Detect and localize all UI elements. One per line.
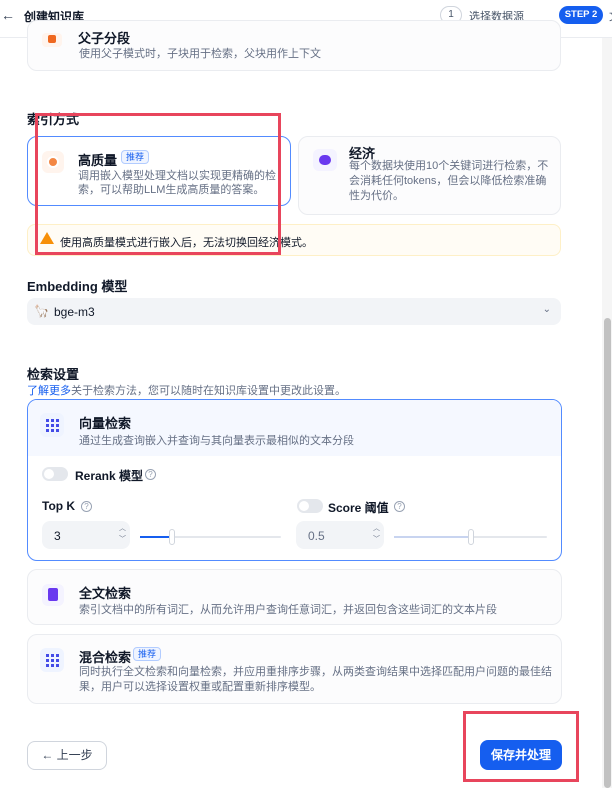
previous-step-label: 上一步 <box>56 748 93 762</box>
rerank-toggle[interactable] <box>42 467 68 481</box>
rerank-label: Rerank 模型 <box>75 469 144 483</box>
topk-slider-thumb[interactable] <box>169 529 176 545</box>
score-threshold-toggle[interactable] <box>297 499 323 513</box>
rerank-help-icon[interactable]: ? <box>145 469 156 480</box>
score-slider-thumb[interactable] <box>467 529 474 545</box>
topk-help-icon[interactable]: ? <box>81 501 92 512</box>
piggy-bank-icon <box>313 149 337 171</box>
hybrid-recommended-badge: 推荐 <box>133 647 162 661</box>
embedding-model-select[interactable]: 🦙 bge-m3 ⌄ <box>27 298 561 325</box>
score-value: 0.5 <box>308 529 325 543</box>
save-and-process-button[interactable]: 保存并处理 <box>480 740 562 770</box>
score-input[interactable]: 0.5 ︿ ﹀ <box>296 521 384 549</box>
retrieval-help-line: 了解更多关于检索方法，您可以随时在知识库设置中更改此设置。 <box>27 382 346 398</box>
high-quality-option[interactable]: 高质量 推荐 调用嵌入模型处理文档以实现更精确的检索，可以帮助LLM生成高质量的… <box>27 136 291 206</box>
score-stepper-icon[interactable]: ︿ ﹀ <box>373 523 380 545</box>
topk-input[interactable]: 3 ︿ ﹀ <box>42 521 130 549</box>
arrow-left-icon: ← <box>41 748 57 762</box>
vector-search-desc: 通过生成查询嵌入并查询与其向量表示最相似的文本分段 <box>79 435 354 447</box>
scrollbar-thumb[interactable] <box>604 318 611 788</box>
score-threshold-label: Score 阈值 <box>328 501 389 515</box>
vector-search-title: 向量检索 <box>79 416 132 431</box>
ollama-llama-icon: 🦙 <box>34 304 49 318</box>
high-quality-desc: 调用嵌入模型处理文档以实现更精确的检索，可以帮助LLM生成高质量的答案。 <box>78 170 276 196</box>
parent-child-chunk-card[interactable]: 父子分段 使用父子模式时，子块用于检索，父块用作上下文 <box>27 20 561 71</box>
document-search-icon <box>42 584 64 606</box>
fulltext-search-option[interactable]: 全文检索 索引文档中的所有词汇，从而允许用户查询任意词汇，并返回包含这些词汇的文… <box>27 569 562 625</box>
hybrid-search-title: 混合检索 <box>79 650 132 665</box>
warning-text: 使用高质量模式进行嵌入后，无法切换回经济模式。 <box>60 237 313 249</box>
retrieval-help-text: 关于检索方法，您可以随时在知识库设置中更改此设置。 <box>71 385 346 397</box>
parent-child-icon <box>42 33 62 47</box>
recommended-badge: 推荐 <box>121 150 150 164</box>
warning-banner: 使用高质量模式进行嵌入后，无法切换回经济模式。 <box>27 224 561 256</box>
topk-value: 3 <box>54 529 61 543</box>
hybrid-grid-icon <box>40 648 64 672</box>
high-quality-icon <box>42 151 64 173</box>
topk-label: Top K <box>42 499 76 513</box>
embedding-model-value: bge-m3 <box>54 305 95 319</box>
learn-more-link[interactable]: 了解更多 <box>27 385 71 397</box>
score-slider-fill <box>394 536 471 538</box>
parent-child-desc: 使用父子模式时，子块用于检索，父块用作上下文 <box>79 48 321 60</box>
step2-badge: STEP 2 <box>559 6 603 24</box>
fulltext-search-title: 全文检索 <box>79 586 132 601</box>
back-arrow-icon[interactable]: ← <box>1 7 15 23</box>
chevron-down-icon: ⌄ <box>542 304 551 315</box>
topk-slider-fill <box>140 536 173 538</box>
score-slider[interactable] <box>394 529 547 545</box>
economy-option[interactable]: 经济 每个数据块使用10个关键词进行检索，不会消耗任何tokens，但会以降低检… <box>298 136 561 215</box>
hybrid-search-option[interactable]: 混合检索 推荐 同时执行全文检索和向量检索，并应用重排序步骤，从两类查询结果中选… <box>27 634 562 704</box>
topk-slider[interactable] <box>140 529 281 545</box>
topk-stepper-icon[interactable]: ︿ ﹀ <box>119 523 126 545</box>
fulltext-search-desc: 索引文档中的所有词汇，从而允许用户查询任意词汇，并返回包含这些词汇的文本片段 <box>79 604 497 616</box>
vector-grid-icon <box>40 413 64 437</box>
economy-desc: 每个数据块使用10个关键词进行检索，不会消耗任何tokens，但会以降低检索准确… <box>349 160 549 202</box>
hybrid-search-desc: 同时执行全文检索和向量检索，并应用重排序步骤，从两类查询结果中选择匹配用户问题的… <box>79 666 552 693</box>
previous-step-button[interactable]: ← 上一步 <box>27 741 107 770</box>
retrieval-settings-label: 检索设置 <box>27 367 80 382</box>
high-quality-title: 高质量 <box>78 153 118 168</box>
warning-triangle-icon <box>40 232 54 244</box>
embedding-model-label: Embedding 模型 <box>27 279 128 294</box>
score-help-icon[interactable]: ? <box>394 501 405 512</box>
index-method-label: 索引方式 <box>27 112 80 127</box>
